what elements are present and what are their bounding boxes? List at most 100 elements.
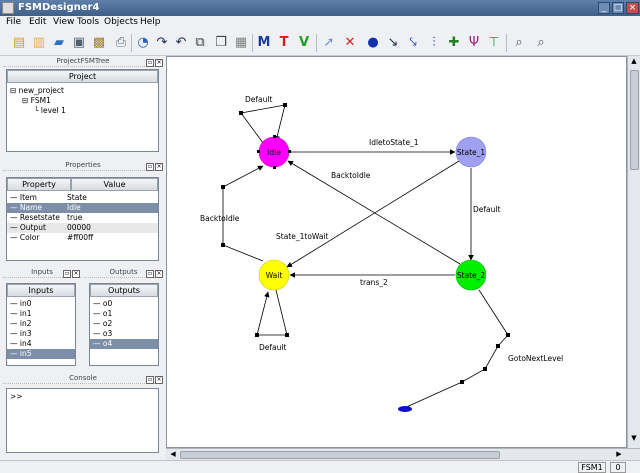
menu-tools[interactable]: Tools	[77, 17, 99, 27]
state-label-state1: State_1	[457, 148, 486, 157]
delete-icon[interactable]: ✕	[341, 34, 359, 52]
zoom-out-icon[interactable]: ⌕	[532, 34, 550, 52]
redo-icon[interactable]: ↷	[153, 34, 171, 52]
output-item[interactable]: — o2	[90, 319, 158, 329]
project-tree-dock-title: ProjectFSMTree	[3, 57, 163, 67]
tree-item-fsm[interactable]: ⊟ FSM1	[22, 96, 51, 106]
state-label-state2: State_2	[457, 271, 486, 280]
output-item[interactable]: — o1	[90, 309, 158, 319]
outputs-panel: Outputs — o0 — o1 — o2 — o3 — o4	[89, 283, 159, 366]
input-item[interactable]: — in2	[7, 319, 75, 329]
toolbar-separator	[506, 34, 507, 52]
add-link-icon[interactable]: ⤥	[404, 34, 422, 52]
horizontal-scrollbar[interactable]: ◀ ▶	[166, 448, 640, 460]
maximize-button[interactable]: □	[612, 2, 624, 14]
grid-icon[interactable]: ▦	[232, 34, 250, 52]
save-icon[interactable]: ▣	[70, 34, 88, 52]
console-prompt: >>	[10, 392, 23, 401]
status-fsm: FSM1	[578, 462, 606, 473]
label-idle-loop: Default	[245, 95, 272, 104]
dock-buttons[interactable]: ▫ ×	[62, 268, 80, 278]
selection-handle	[288, 150, 291, 153]
inputs-panel: Inputs — in0 — in1 — in2 — in3 — in4 — i…	[6, 283, 76, 366]
property-row[interactable]: — Item State	[7, 193, 158, 203]
undo-icon[interactable]: ↶	[172, 34, 190, 52]
label-idle-to-state1: IdletoState_1	[369, 138, 419, 147]
output-item[interactable]: — o3	[90, 329, 158, 339]
zoom-in-icon[interactable]: ⌕	[510, 34, 528, 52]
hyper-transition-icon[interactable]: ⫶	[425, 34, 443, 52]
value-column-header[interactable]: Value	[71, 178, 158, 191]
input-item[interactable]: — in3	[7, 329, 75, 339]
handle-point	[239, 111, 243, 115]
properties-dock-title: Properties	[3, 161, 163, 171]
title-bar: FSMDesigner4 _ □ ×	[0, 0, 640, 16]
dock-buttons[interactable]: ▫ ×	[145, 268, 163, 278]
handle-point	[221, 243, 225, 247]
input-item[interactable]: — in1	[7, 309, 75, 319]
fsm-canvas[interactable]: Idle State_1 Wait State_2 Default Idleto…	[166, 56, 627, 448]
outputs-column-header[interactable]: Outputs	[90, 284, 158, 297]
open-icon[interactable]: ▰	[50, 34, 68, 52]
property-row[interactable]: — Color #ff00ff	[7, 233, 158, 243]
handle-point	[221, 185, 225, 189]
input-item[interactable]: — in4	[7, 339, 75, 349]
split-icon[interactable]: Ψ	[465, 34, 483, 52]
input-item-selected[interactable]: — in5	[7, 349, 75, 359]
property-row[interactable]: — Resetstate true	[7, 213, 158, 223]
save-as-icon[interactable]: ▩	[90, 34, 108, 52]
horizontal-scroll-thumb[interactable]	[180, 451, 500, 459]
vertical-scrollbar[interactable]: ▲ ▼	[627, 56, 640, 448]
join-icon[interactable]: ✚	[445, 34, 463, 52]
property-row[interactable]: — Output 00000	[7, 223, 158, 233]
new-file-icon[interactable]: ▤	[10, 34, 28, 52]
new-project-icon[interactable]: ▥	[30, 34, 48, 52]
copy-icon[interactable]: ⧉	[191, 34, 209, 52]
transition-wait-loop	[256, 289, 288, 336]
project-column-header[interactable]: Project	[7, 70, 158, 83]
scroll-left-icon[interactable]: ◀	[168, 450, 178, 460]
tree-item-project[interactable]: ⊟ new_project	[10, 86, 64, 96]
menu-view[interactable]: View	[53, 17, 74, 27]
menu-edit[interactable]: Edit	[29, 17, 46, 27]
menu-help[interactable]: Help	[140, 17, 161, 27]
transition-state1-to-wait	[286, 160, 460, 268]
close-window-button[interactable]: ×	[626, 2, 639, 14]
output-item[interactable]: — o0	[90, 299, 158, 309]
property-column-header[interactable]: Property	[7, 178, 71, 191]
marker-icon[interactable]: ⊤	[485, 34, 503, 52]
print-icon[interactable]: ⎙	[112, 34, 130, 52]
menu-file[interactable]: File	[6, 17, 21, 27]
m-icon[interactable]: M	[255, 34, 273, 52]
input-item[interactable]: — in0	[7, 299, 75, 309]
toolbar-separator	[252, 34, 253, 52]
minimize-button[interactable]: _	[598, 2, 610, 14]
menu-objects[interactable]: Objects	[104, 17, 138, 27]
refresh-icon[interactable]: ◔	[134, 34, 152, 52]
paste-icon[interactable]: ❐	[212, 34, 230, 52]
scroll-right-icon[interactable]: ▶	[614, 450, 624, 460]
label-goto-next: GotoNextLevel	[508, 354, 563, 363]
scroll-up-icon[interactable]: ▲	[629, 57, 639, 67]
scroll-down-icon[interactable]: ▼	[629, 434, 639, 444]
toolbar-separator	[131, 34, 132, 52]
t-icon[interactable]: T	[275, 34, 293, 52]
add-transition-icon[interactable]: ↘	[384, 34, 402, 52]
dock-buttons[interactable]: ▫ ×	[145, 57, 163, 67]
inputs-column-header[interactable]: Inputs	[7, 284, 75, 297]
status-bar: FSM1 0	[0, 460, 640, 473]
console-dock-title: Console	[3, 374, 163, 384]
dock-buttons[interactable]: ▫ ×	[145, 161, 163, 171]
v-icon[interactable]: V	[295, 34, 313, 52]
handle-point	[255, 333, 259, 337]
handle-point	[283, 103, 287, 107]
label-state1-default: Default	[473, 205, 500, 214]
dock-buttons[interactable]: ▫ ×	[145, 374, 163, 384]
vertical-scroll-thumb[interactable]	[630, 70, 639, 170]
tree-item-level[interactable]: └ level 1	[34, 106, 66, 116]
console-panel[interactable]: >>	[6, 388, 159, 453]
property-row-selected[interactable]: — Name Idle	[7, 203, 158, 213]
select-arrow-icon[interactable]: ➚	[320, 34, 338, 52]
add-state-icon[interactable]: ●	[364, 34, 382, 52]
output-item-selected[interactable]: — o4	[90, 339, 158, 349]
